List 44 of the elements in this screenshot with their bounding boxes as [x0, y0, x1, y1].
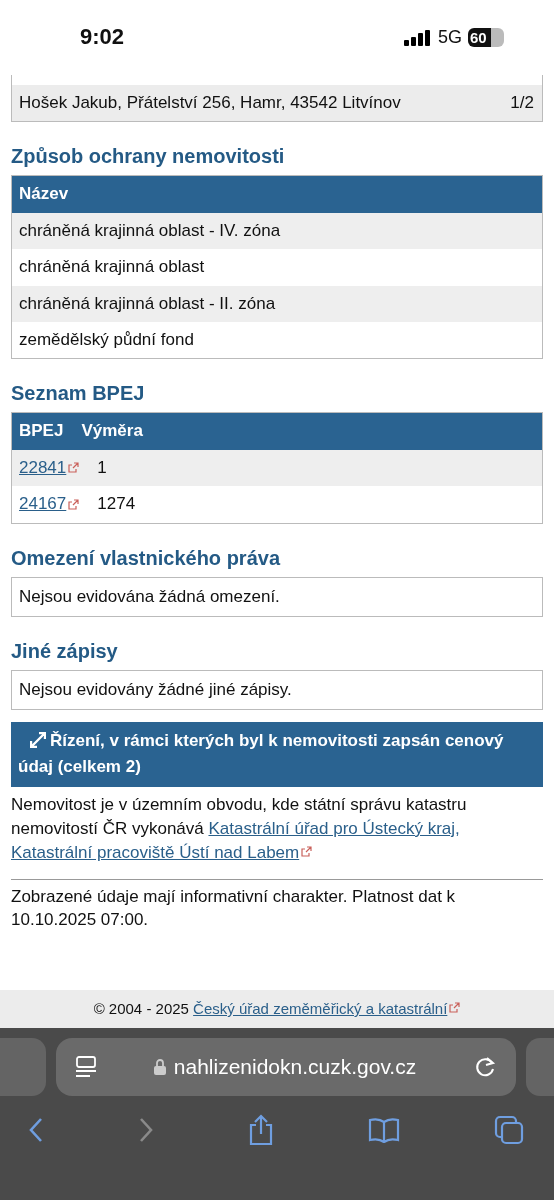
bpej-link[interactable]: 24167 [19, 494, 67, 515]
table-cell: chráněná krajinná oblast - IV. zóna [19, 220, 281, 242]
office-link[interactable]: Katastrální úřad pro Ústecký kraj, [208, 819, 460, 839]
external-link-icon [301, 845, 313, 857]
signal-icon [404, 29, 432, 46]
lock-icon [153, 1059, 166, 1075]
external-link-icon [68, 498, 80, 510]
footer-link[interactable]: Český úřad zeměměřický a katastrální [193, 1000, 448, 1017]
battery-indicator: 60 [468, 28, 504, 47]
notice-text: Nejsou evidovány žádné jiné zápisy. [11, 669, 543, 711]
section-heading: Jiné zápisy [11, 638, 119, 663]
table-cell: 1 [97, 457, 107, 479]
page-menu-icon[interactable] [76, 1056, 96, 1078]
external-link-icon [449, 1002, 461, 1013]
expand-icon [30, 732, 46, 749]
disclaimer-text: Zobrazené údaje mají informativní charakter. Platnost dat k 10.10.2025 07:00. [11, 885, 457, 932]
url-text: nahlizenidokn.cuzk.gov.cz [173, 1054, 417, 1080]
network-label: 5G [438, 26, 462, 49]
section-heading: Omezení vlastnického práva [11, 545, 282, 570]
table-cell: 1274 [97, 494, 136, 515]
book-icon[interactable] [368, 1117, 400, 1143]
notice-text: Nejsou evidována žádná omezení. [11, 576, 543, 617]
clock-time: 9:02 [80, 24, 125, 51]
back-icon[interactable] [28, 1117, 44, 1143]
info-paragraph: Nemovitost je v územním obvodu, kde státní správu katastru nemovitostí ČR vykonává Katastrální úřad pro Ústecký kraj, Katastrální pracoviště Ústí nad Labem [11, 794, 468, 864]
column-header: Název [19, 184, 69, 205]
table-cell: zemědělský půdní fond [19, 329, 194, 351]
table-cell: chráněná krajinná oblast [19, 257, 205, 278]
table-cell: chráněná krajinná oblast - II. zóna [19, 293, 276, 314]
external-link-icon [68, 462, 80, 474]
table-cell: Hošek Jakub, Přátelství 256, Hamr, 43542 Litvínov [19, 93, 401, 114]
column-header: BPEJ [19, 421, 64, 442]
table-cell: 1/2 [510, 93, 534, 114]
expand-panel-header[interactable]: Řízení, v rámci kterých byl k nemovitosti zapsán cenový údaj (celkem 2) [11, 722, 543, 788]
office-link[interactable]: Katastrální pracoviště Ústí nad Labem [11, 842, 300, 862]
reload-icon[interactable] [474, 1056, 496, 1078]
section-heading: Seznam BPEJ [11, 381, 146, 406]
column-header: Výměra [81, 421, 143, 442]
copyright-text: © 2004 - 2025 [93, 1000, 190, 1017]
share-icon[interactable] [248, 1114, 274, 1146]
section-heading: Způsob ochrany nemovitosti [11, 144, 286, 169]
tabs-icon[interactable] [494, 1115, 524, 1145]
bpej-link[interactable]: 22841 [19, 457, 67, 479]
address-bar[interactable]: nahlizenidokn.cuzk.gov.cz [56, 1038, 516, 1096]
